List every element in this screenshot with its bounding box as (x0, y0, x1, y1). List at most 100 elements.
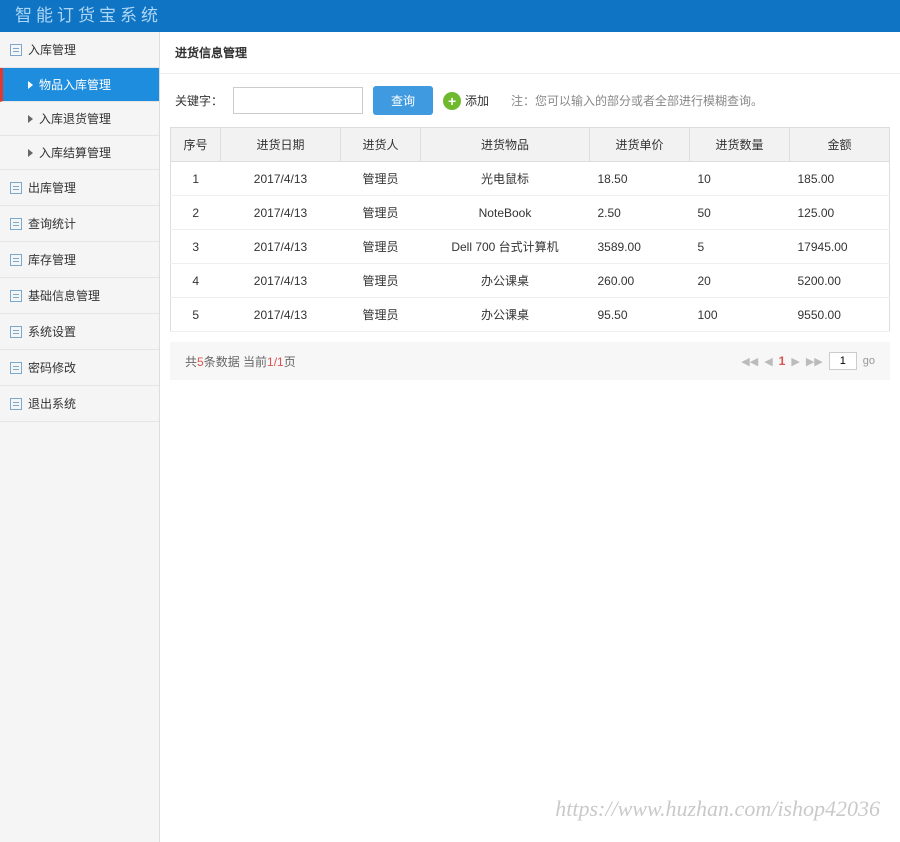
nav-label: 查询统计 (28, 215, 76, 232)
table-row[interactable]: 32017/4/13管理员Dell 700 台式计算机3589.00517945… (171, 230, 890, 264)
list-icon (10, 362, 22, 374)
app-title: 智能订货宝系统 (15, 6, 162, 25)
table-cell: 3589.00 (590, 230, 690, 264)
list-icon (10, 326, 22, 338)
nav-label: 系统设置 (28, 323, 76, 340)
th-qty: 进货数量 (690, 128, 790, 162)
table-cell: 2017/4/13 (221, 196, 341, 230)
list-icon (10, 254, 22, 266)
table-cell: NoteBook (421, 196, 590, 230)
pagination-summary: 共5条数据 当前1/1页 (185, 353, 296, 370)
table-cell: 管理员 (341, 196, 421, 230)
list-icon (10, 290, 22, 302)
sidebar: 入库管理 物品入库管理 入库退货管理 入库结算管理 出库管理 查询统计 库存管理 (0, 32, 160, 842)
th-amount: 金额 (790, 128, 890, 162)
th-index: 序号 (171, 128, 221, 162)
table-cell: 3 (171, 230, 221, 264)
table-cell: 18.50 (590, 162, 690, 196)
table-cell: 1 (171, 162, 221, 196)
table-cell: 光电鼠标 (421, 162, 590, 196)
table-cell: 4 (171, 264, 221, 298)
table-cell: 2017/4/13 (221, 162, 341, 196)
prev-page-icon[interactable]: ◀ (764, 355, 772, 368)
table-cell: 2017/4/13 (221, 230, 341, 264)
table-cell: 2 (171, 196, 221, 230)
nav-label: 出库管理 (28, 179, 76, 196)
nav-item-system-settings[interactable]: 系统设置 (0, 314, 159, 350)
nav-item-outbound[interactable]: 出库管理 (0, 170, 159, 206)
table-cell: 50 (690, 196, 790, 230)
table-cell: 2017/4/13 (221, 298, 341, 332)
th-item: 进货物品 (421, 128, 590, 162)
table-cell: 5 (690, 230, 790, 264)
main-content: 进货信息管理 关键字： 查询 + 添加 注：您可以输入的部分或者全部进行模糊查询… (160, 32, 900, 842)
page-title: 进货信息管理 (160, 32, 900, 74)
table-cell: 20 (690, 264, 790, 298)
pagination: 共5条数据 当前1/1页 ◀◀ ◀ 1 ▶ ▶▶ go (170, 342, 890, 380)
nav-label: 密码修改 (28, 359, 76, 376)
table-row[interactable]: 12017/4/13管理员光电鼠标18.5010185.00 (171, 162, 890, 196)
table-cell: 2017/4/13 (221, 264, 341, 298)
add-button[interactable]: + 添加 (443, 92, 489, 110)
list-icon (10, 398, 22, 410)
table-cell: 办公课桌 (421, 264, 590, 298)
table-cell: 5200.00 (790, 264, 890, 298)
list-icon (10, 218, 22, 230)
plus-icon: + (443, 92, 461, 110)
last-page-icon[interactable]: ▶▶ (806, 355, 823, 368)
sub-item-inbound-return[interactable]: 入库退货管理 (0, 102, 159, 136)
th-price: 进货单价 (590, 128, 690, 162)
nav-label: 基础信息管理 (28, 287, 100, 304)
sub-label: 入库结算管理 (39, 144, 111, 161)
table-cell: 5 (171, 298, 221, 332)
table-cell: 95.50 (590, 298, 690, 332)
nav-item-inbound[interactable]: 入库管理 (0, 32, 159, 68)
arrow-right-icon (28, 81, 33, 89)
nav-item-query[interactable]: 查询统计 (0, 206, 159, 242)
th-person: 进货人 (341, 128, 421, 162)
sub-label: 入库退货管理 (39, 110, 111, 127)
th-date: 进货日期 (221, 128, 341, 162)
table-cell: 办公课桌 (421, 298, 590, 332)
first-page-icon[interactable]: ◀◀ (741, 355, 758, 368)
pagination-controls: ◀◀ ◀ 1 ▶ ▶▶ go (741, 352, 875, 370)
table-cell: 9550.00 (790, 298, 890, 332)
table-row[interactable]: 42017/4/13管理员办公课桌260.00205200.00 (171, 264, 890, 298)
arrow-right-icon (28, 115, 33, 123)
data-table: 序号 进货日期 进货人 进货物品 进货单价 进货数量 金额 12017/4/13… (170, 127, 890, 332)
arrow-right-icon (28, 149, 33, 157)
nav-item-password[interactable]: 密码修改 (0, 350, 159, 386)
table-cell: 17945.00 (790, 230, 890, 264)
sub-label: 物品入库管理 (39, 76, 111, 93)
table-cell: 10 (690, 162, 790, 196)
toolbar: 关键字： 查询 + 添加 注：您可以输入的部分或者全部进行模糊查询。 (160, 74, 900, 127)
table-cell: 管理员 (341, 298, 421, 332)
table-cell: Dell 700 台式计算机 (421, 230, 590, 264)
nav-item-base-info[interactable]: 基础信息管理 (0, 278, 159, 314)
list-icon (10, 182, 22, 194)
table-cell: 100 (690, 298, 790, 332)
table-cell: 260.00 (590, 264, 690, 298)
nav-item-logout[interactable]: 退出系统 (0, 386, 159, 422)
sub-item-goods-inbound[interactable]: 物品入库管理 (0, 68, 159, 102)
next-page-icon[interactable]: ▶ (791, 355, 799, 368)
hint-text: 注：您可以输入的部分或者全部进行模糊查询。 (511, 92, 763, 109)
table-cell: 185.00 (790, 162, 890, 196)
table-cell: 管理员 (341, 264, 421, 298)
current-page: 1 (779, 354, 786, 368)
keyword-label: 关键字： (175, 92, 223, 109)
table-cell: 管理员 (341, 162, 421, 196)
go-button[interactable]: go (863, 355, 875, 367)
list-icon (10, 44, 22, 56)
table-row[interactable]: 22017/4/13管理员NoteBook2.5050125.00 (171, 196, 890, 230)
table-row[interactable]: 52017/4/13管理员办公课桌95.501009550.00 (171, 298, 890, 332)
sub-item-inbound-settle[interactable]: 入库结算管理 (0, 136, 159, 170)
table-header-row: 序号 进货日期 进货人 进货物品 进货单价 进货数量 金额 (171, 128, 890, 162)
page-input[interactable] (829, 352, 857, 370)
nav-item-inventory[interactable]: 库存管理 (0, 242, 159, 278)
add-label: 添加 (465, 92, 489, 109)
search-button[interactable]: 查询 (373, 86, 433, 115)
keyword-input[interactable] (233, 87, 363, 114)
app-header: 智能订货宝系统 (0, 0, 900, 32)
table-cell: 125.00 (790, 196, 890, 230)
